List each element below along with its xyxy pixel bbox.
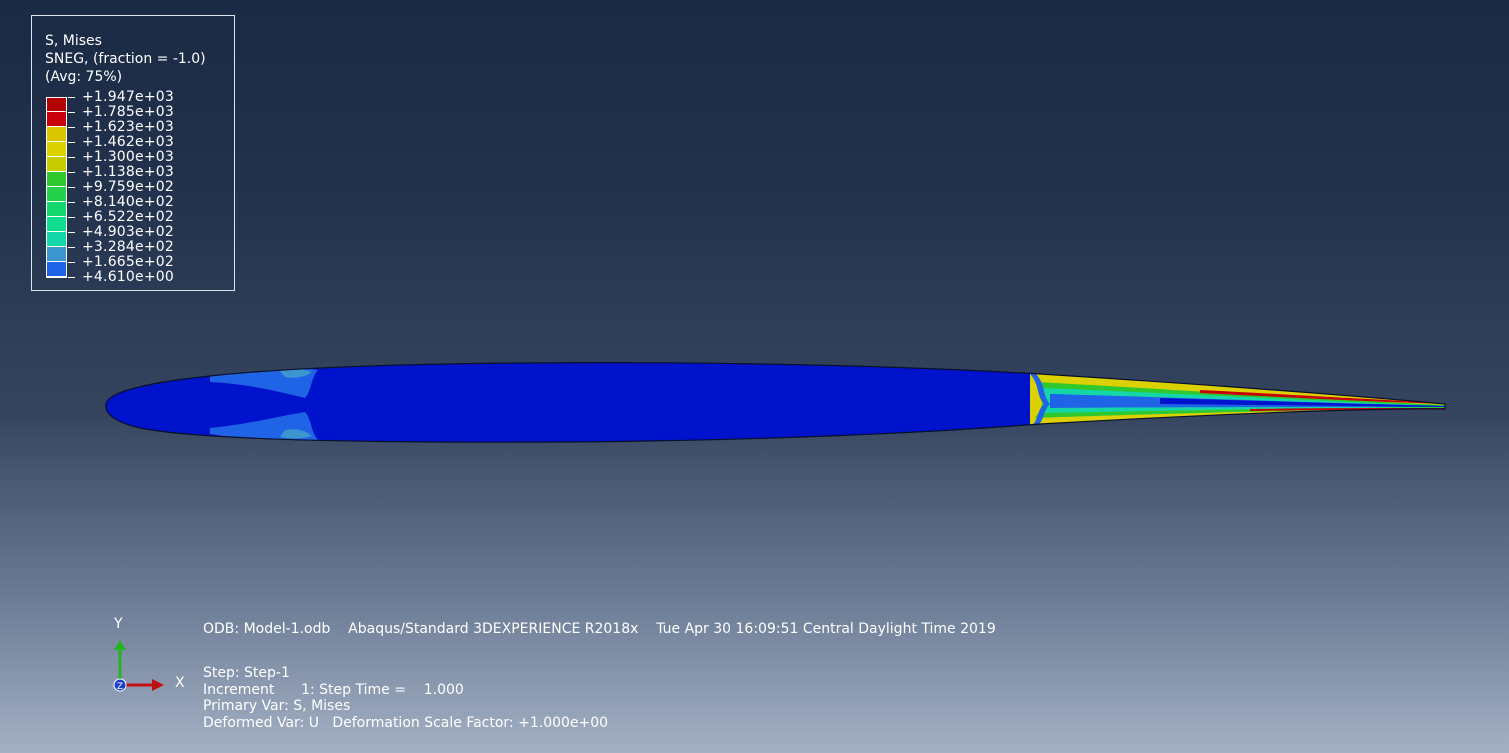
airfoil-contour-plot[interactable]: Z: [0, 0, 1509, 753]
view-triad: Z: [113, 640, 164, 692]
triad-z-label: Z: [117, 682, 123, 692]
increment-label: Increment 1: Step Time = 1.000: [203, 682, 464, 698]
deformed-var-label: Deformed Var: U Deformation Scale Factor…: [203, 715, 609, 731]
viewport[interactable]: S, Mises SNEG, (fraction = -1.0) (Avg: 7…: [0, 0, 1509, 753]
step-label: Step: Step-1: [203, 665, 290, 681]
triad-y-arrow: [114, 640, 126, 650]
odb-header-line: ODB: Model-1.odb Abaqus/Standard 3DEXPER…: [203, 621, 996, 637]
primary-var-label: Primary Var: S, Mises: [203, 698, 351, 714]
triad-x-label: X: [175, 675, 185, 691]
triad-x-arrow: [152, 679, 164, 691]
triad-y-label: Y: [114, 616, 123, 632]
